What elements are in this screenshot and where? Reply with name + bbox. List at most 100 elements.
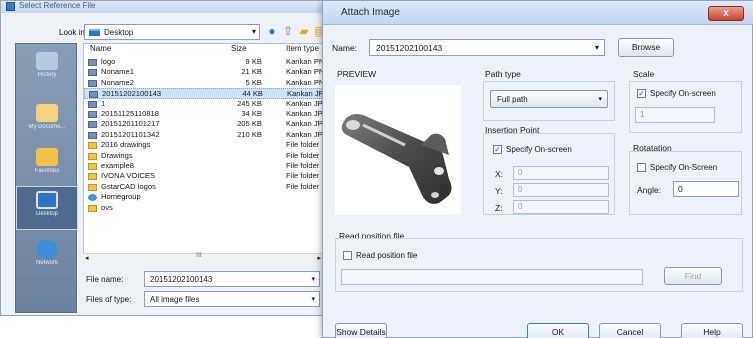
position-file-path-field[interactable]	[341, 269, 643, 285]
file-list[interactable]: Name Size Item type logo 9 KB Kankan PN Non…	[83, 43, 323, 263]
file-name-field[interactable]: 20151202100143 ▾	[144, 271, 320, 287]
place-label: History	[37, 72, 57, 78]
ok-button[interactable]: OK	[527, 323, 589, 338]
x-field[interactable]: 0	[513, 166, 609, 180]
file-list-row[interactable]: 1 245 KB Kankan JP	[84, 98, 323, 109]
rotation-specify-checkbox[interactable]	[637, 163, 646, 172]
folder-icon	[88, 204, 97, 212]
look-in-value: Desktop	[104, 28, 134, 37]
file-type-cell: File folder	[286, 140, 320, 150]
help-button[interactable]: Help	[681, 323, 743, 338]
horizontal-scrollbar[interactable]: ◂ III ▸	[83, 252, 323, 263]
scroll-right-icon[interactable]: ▸	[317, 254, 321, 262]
preview-part-image	[341, 114, 452, 204]
desktop-icon	[89, 29, 100, 36]
chevron-down-icon[interactable]: ▾	[311, 295, 315, 303]
file-list-row[interactable]: logo 9 KB Kankan PN	[84, 57, 323, 67]
file-list-row[interactable]: 2016 drawings File folder	[84, 140, 322, 150]
place-label: Network	[35, 260, 58, 266]
place-label: My Docume...	[28, 124, 66, 130]
rotation-specify-label: Specify On-Screen	[650, 163, 718, 172]
file-list-row[interactable]: ovs	[84, 202, 322, 213]
column-header-size[interactable]: Size	[231, 44, 247, 56]
image-file-icon	[88, 111, 97, 118]
place-my-documents[interactable]: My Docume...	[16, 100, 78, 144]
file-type-dropdown[interactable]: All image files ▾	[144, 291, 320, 307]
look-in-dropdown[interactable]: Desktop ▾	[84, 24, 260, 40]
file-list-row[interactable]: 20151202100143 44 KB Kankan JP	[84, 88, 322, 99]
file-list-row[interactable]: 20151125110818 34 KB Kankan JP	[84, 109, 322, 119]
z-label: Z:	[495, 203, 503, 213]
file-size-cell: 245 KB	[237, 98, 262, 108]
file-size-cell: 9 KB	[245, 57, 262, 66]
image-file-icon	[88, 121, 97, 129]
file-list-row[interactable]: Noname1 21 KB Kankan PN	[84, 67, 322, 77]
column-header-type[interactable]: Item type	[286, 44, 319, 56]
image-name-dropdown[interactable]: 20151202100143 ▾	[369, 39, 605, 56]
browse-button[interactable]: Browse	[618, 38, 674, 57]
title-bar: Attach Image	[323, 1, 753, 25]
place-history[interactable]: History	[16, 48, 78, 92]
column-header-name[interactable]: Name	[90, 44, 111, 56]
file-name-label: File name:	[86, 275, 124, 284]
scale-specify-checkbox[interactable]: ✓	[637, 89, 646, 98]
folder-icon	[88, 152, 97, 160]
file-type-cell: File folder	[286, 150, 320, 160]
place-favorites[interactable]: Favorites	[16, 144, 78, 188]
close-button[interactable]: x	[708, 6, 744, 21]
read-position-checkbox[interactable]	[343, 251, 352, 260]
path-type-dropdown[interactable]: Full path ▾	[490, 90, 608, 108]
file-list-row[interactable]: GstarCAD logos File folder	[84, 181, 322, 192]
y-field[interactable]: 0	[513, 183, 609, 197]
file-type-cell: Kankan JP	[286, 119, 323, 129]
up-folder-icon[interactable]: ⇧	[281, 24, 295, 38]
places-bar: History My Docume... Favorites Desktop N…	[15, 43, 78, 313]
scroll-left-icon[interactable]: ◂	[85, 254, 89, 262]
image-file-icon	[88, 69, 97, 77]
file-name-cell: Drawings	[101, 150, 133, 160]
file-type-cell: Kankan JP	[286, 98, 323, 108]
history-icon	[36, 52, 58, 70]
angle-field[interactable]: 0	[673, 181, 739, 197]
image-file-icon	[88, 59, 97, 66]
file-type-cell: File folder	[286, 181, 320, 191]
file-type-cell: File folder	[286, 161, 320, 170]
angle-label: Angle:	[637, 185, 662, 195]
image-file-icon	[88, 131, 97, 139]
file-type-cell: Kankan PN	[286, 57, 323, 66]
x-label: X:	[495, 169, 504, 179]
file-type-cell: Kankan PN	[286, 77, 323, 87]
folder-icon	[88, 173, 97, 181]
file-type-label: Files of type:	[86, 295, 132, 304]
file-list-row[interactable]: 20151201101342 210 KB Kankan JP	[84, 130, 322, 140]
show-details-button[interactable]: Show Details	[335, 323, 387, 338]
file-size-cell: 34 KB	[241, 109, 262, 118]
file-name-cell: logo	[101, 57, 116, 66]
y-label: Y:	[495, 186, 503, 196]
file-name-cell: 2016 drawings	[101, 140, 151, 150]
file-list-row[interactable]: 20151201101217 205 KB Kankan JP	[84, 119, 323, 129]
file-list-row[interactable]: Drawings File folder	[84, 150, 322, 161]
find-button[interactable]: Find	[664, 267, 722, 285]
scroll-thumb[interactable]: III	[196, 252, 202, 259]
new-folder-icon[interactable]: ▰	[297, 24, 311, 38]
file-name-cell: 20151125110818	[101, 109, 159, 118]
back-icon[interactable]: ●	[265, 24, 279, 38]
preview-label: PREVIEW	[337, 69, 377, 79]
scale-field[interactable]: 1	[635, 107, 715, 123]
file-list-row[interactable]: IVONA VOICES File folder	[84, 171, 322, 181]
insertion-specify-checkbox[interactable]: ✓	[493, 145, 502, 154]
read-position-check-label: Read position file	[356, 251, 418, 260]
file-list-row[interactable]: Noname2 5 KB Kankan PN	[84, 77, 323, 88]
file-list-row[interactable]: example8 File folder	[84, 161, 322, 171]
place-desktop[interactable]: Desktop	[16, 186, 78, 230]
file-name-cell: ovs	[101, 202, 113, 212]
cancel-button[interactable]: Cancel	[599, 323, 661, 338]
file-type-cell: File folder	[286, 171, 320, 181]
chevron-down-icon[interactable]: ▾	[311, 275, 315, 283]
image-name-value: 20151202100143	[376, 43, 443, 53]
file-list-row[interactable]: Homegroup	[84, 192, 322, 202]
file-name-cell: 20151201101217	[101, 119, 160, 129]
place-network[interactable]: Network	[16, 236, 78, 280]
z-field[interactable]: 0	[513, 200, 609, 214]
